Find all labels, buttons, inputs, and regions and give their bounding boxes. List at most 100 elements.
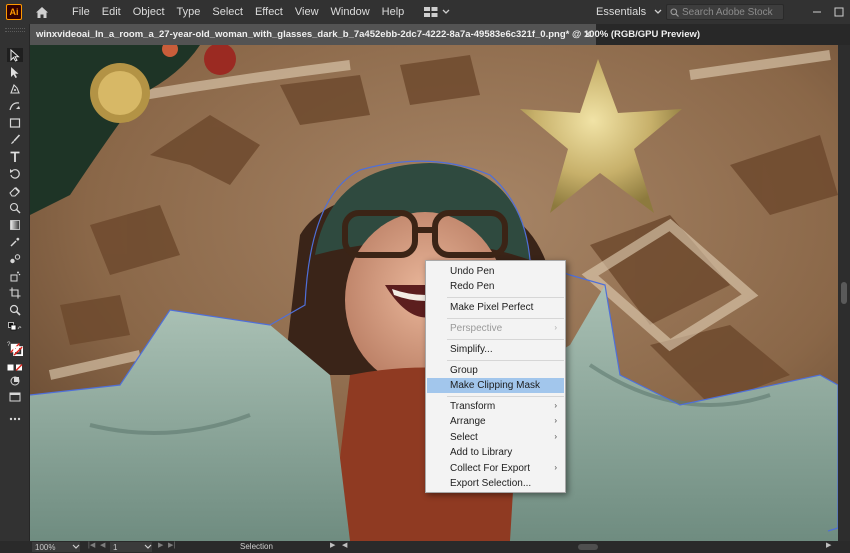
artboard-number: 1 [113,542,118,552]
home-icon[interactable] [34,4,50,20]
zoom-tool-icon[interactable] [7,303,23,317]
window-controls [806,0,850,24]
tools-panel: ? [0,24,30,541]
context-item-label: Group [450,365,478,376]
artboard-tool-icon[interactable] [7,286,23,300]
submenu-arrow-icon: › [554,463,557,472]
context-export-selection[interactable]: Export Selection... [427,476,564,491]
previous-artboard-icon[interactable]: ◀ [100,541,105,549]
arrange-documents-icon [424,6,438,17]
context-item-label: Export Selection... [450,478,532,489]
context-item-label: Collect For Export [450,463,531,474]
selection-tool-icon[interactable] [7,48,23,62]
menu-separator [447,396,564,397]
menu-object[interactable]: Object [127,0,171,24]
symbol-sprayer-tool-icon[interactable] [7,269,23,283]
menu-effect[interactable]: Effect [249,0,289,24]
shape-builder-tool-icon[interactable] [7,201,23,215]
chevron-down-icon [144,544,152,549]
context-redo-pen[interactable]: Redo Pen [427,279,564,294]
menu-type[interactable]: Type [171,0,207,24]
illustrator-logo: Ai [6,4,22,20]
paintbrush-tool-icon[interactable] [7,133,23,147]
gradient-tool-icon[interactable] [7,218,23,232]
search-input[interactable] [682,6,782,18]
context-item-label: Transform [450,401,496,412]
next-artboard-icon[interactable]: ▶ [158,541,163,549]
menu-file[interactable]: File [66,0,96,24]
current-tool-status: Selection [240,542,273,551]
artboard-select[interactable]: 1 [110,542,152,552]
context-item-label: Undo Pen [450,266,495,277]
eyedropper-tool-icon[interactable] [7,235,23,249]
menu-separator [447,318,564,319]
chevron-down-icon [72,544,80,549]
rotate-tool-icon[interactable] [7,167,23,181]
blend-tool-icon[interactable] [7,252,23,266]
scroll-right-icon[interactable]: ▶ [826,541,831,549]
context-make-pixel-perfect[interactable]: Make Pixel Perfect [427,300,564,315]
chevron-down-icon [654,9,662,14]
main-menu: File Edit Object Type Select Effect View… [66,0,410,24]
edit-toolbar-icon[interactable] [7,412,23,426]
menu-select[interactable]: Select [206,0,249,24]
vertical-scroll-thumb[interactable] [841,282,847,304]
context-transform[interactable]: Transform › [427,399,564,414]
vertical-scrollbar[interactable] [838,45,850,541]
submenu-arrow-icon: › [554,323,557,332]
submenu-arrow-icon: › [554,416,557,425]
menu-edit[interactable]: Edit [96,0,127,24]
context-item-label: Simplify... [450,344,493,355]
menu-separator [447,339,564,340]
direct-selection-tool-icon[interactable] [7,65,23,79]
context-simplify[interactable]: Simplify... [427,342,564,357]
workspace-switcher[interactable]: Essentials [590,3,668,21]
menu-bar: Ai File Edit Object Type Select Effect V… [0,0,850,24]
type-tool-icon[interactable] [7,150,23,164]
context-item-label: Add to Library [450,447,513,458]
submenu-arrow-icon: › [554,432,557,441]
zoom-value: 100% [35,542,56,552]
color-mode-icons[interactable] [7,361,23,375]
context-make-clipping-mask[interactable]: Make Clipping Mask [427,378,564,393]
context-item-label: Make Clipping Mask [450,380,541,391]
zoom-select[interactable]: 100% [32,542,80,552]
chevron-down-icon [442,9,450,14]
default-fill-stroke-icon[interactable] [7,320,23,334]
status-bar: 100% |◀ ◀ 1 ▶ ▶| Selection ▶ ◀ ▶ [0,541,850,553]
horizontal-scroll-thumb[interactable] [578,544,598,550]
eraser-tool-icon[interactable] [7,184,23,198]
menu-window[interactable]: Window [325,0,376,24]
panel-grip[interactable] [5,28,25,32]
context-item-label: Arrange [450,416,486,427]
first-artboard-icon[interactable]: |◀ [88,541,95,549]
document-tab[interactable]: winxvideoai_In_a_room_a_27-year-old_woma… [30,24,700,45]
scroll-left-icon[interactable]: ◀ [342,541,347,549]
context-group[interactable]: Group [427,363,564,378]
maximize-button[interactable] [828,0,850,24]
context-arrange[interactable]: Arrange › [427,414,564,429]
stock-search [666,4,784,20]
curvature-tool-icon[interactable] [7,99,23,113]
context-add-to-library[interactable]: Add to Library [427,445,564,460]
status-menu-arrow-icon[interactable]: ▶ [330,541,335,549]
workspace-label: Essentials [596,6,647,18]
screen-mode-icon[interactable] [7,390,23,404]
last-artboard-icon[interactable]: ▶| [168,541,175,549]
context-select[interactable]: Select › [427,430,564,445]
menu-help[interactable]: Help [376,0,411,24]
context-undo-pen[interactable]: Undo Pen [427,264,564,279]
context-collect-for-export[interactable]: Collect For Export › [427,461,564,476]
minimize-icon [813,11,821,13]
fill-stroke-swatch-icon[interactable]: ? [7,339,23,357]
close-tab-button[interactable]: ✕ [583,28,592,41]
context-perspective: Perspective › [427,321,564,336]
drawing-mode-icon[interactable] [7,374,23,388]
pen-tool-icon[interactable] [7,82,23,96]
minimize-button[interactable] [806,0,828,24]
rectangle-tool-icon[interactable] [7,116,23,130]
context-item-label: Perspective [450,323,503,334]
menu-view[interactable]: View [289,0,325,24]
arrange-documents-button[interactable] [424,6,450,18]
document-tab-title: winxvideoai_In_a_room_a_27-year-old_woma… [36,29,701,40]
